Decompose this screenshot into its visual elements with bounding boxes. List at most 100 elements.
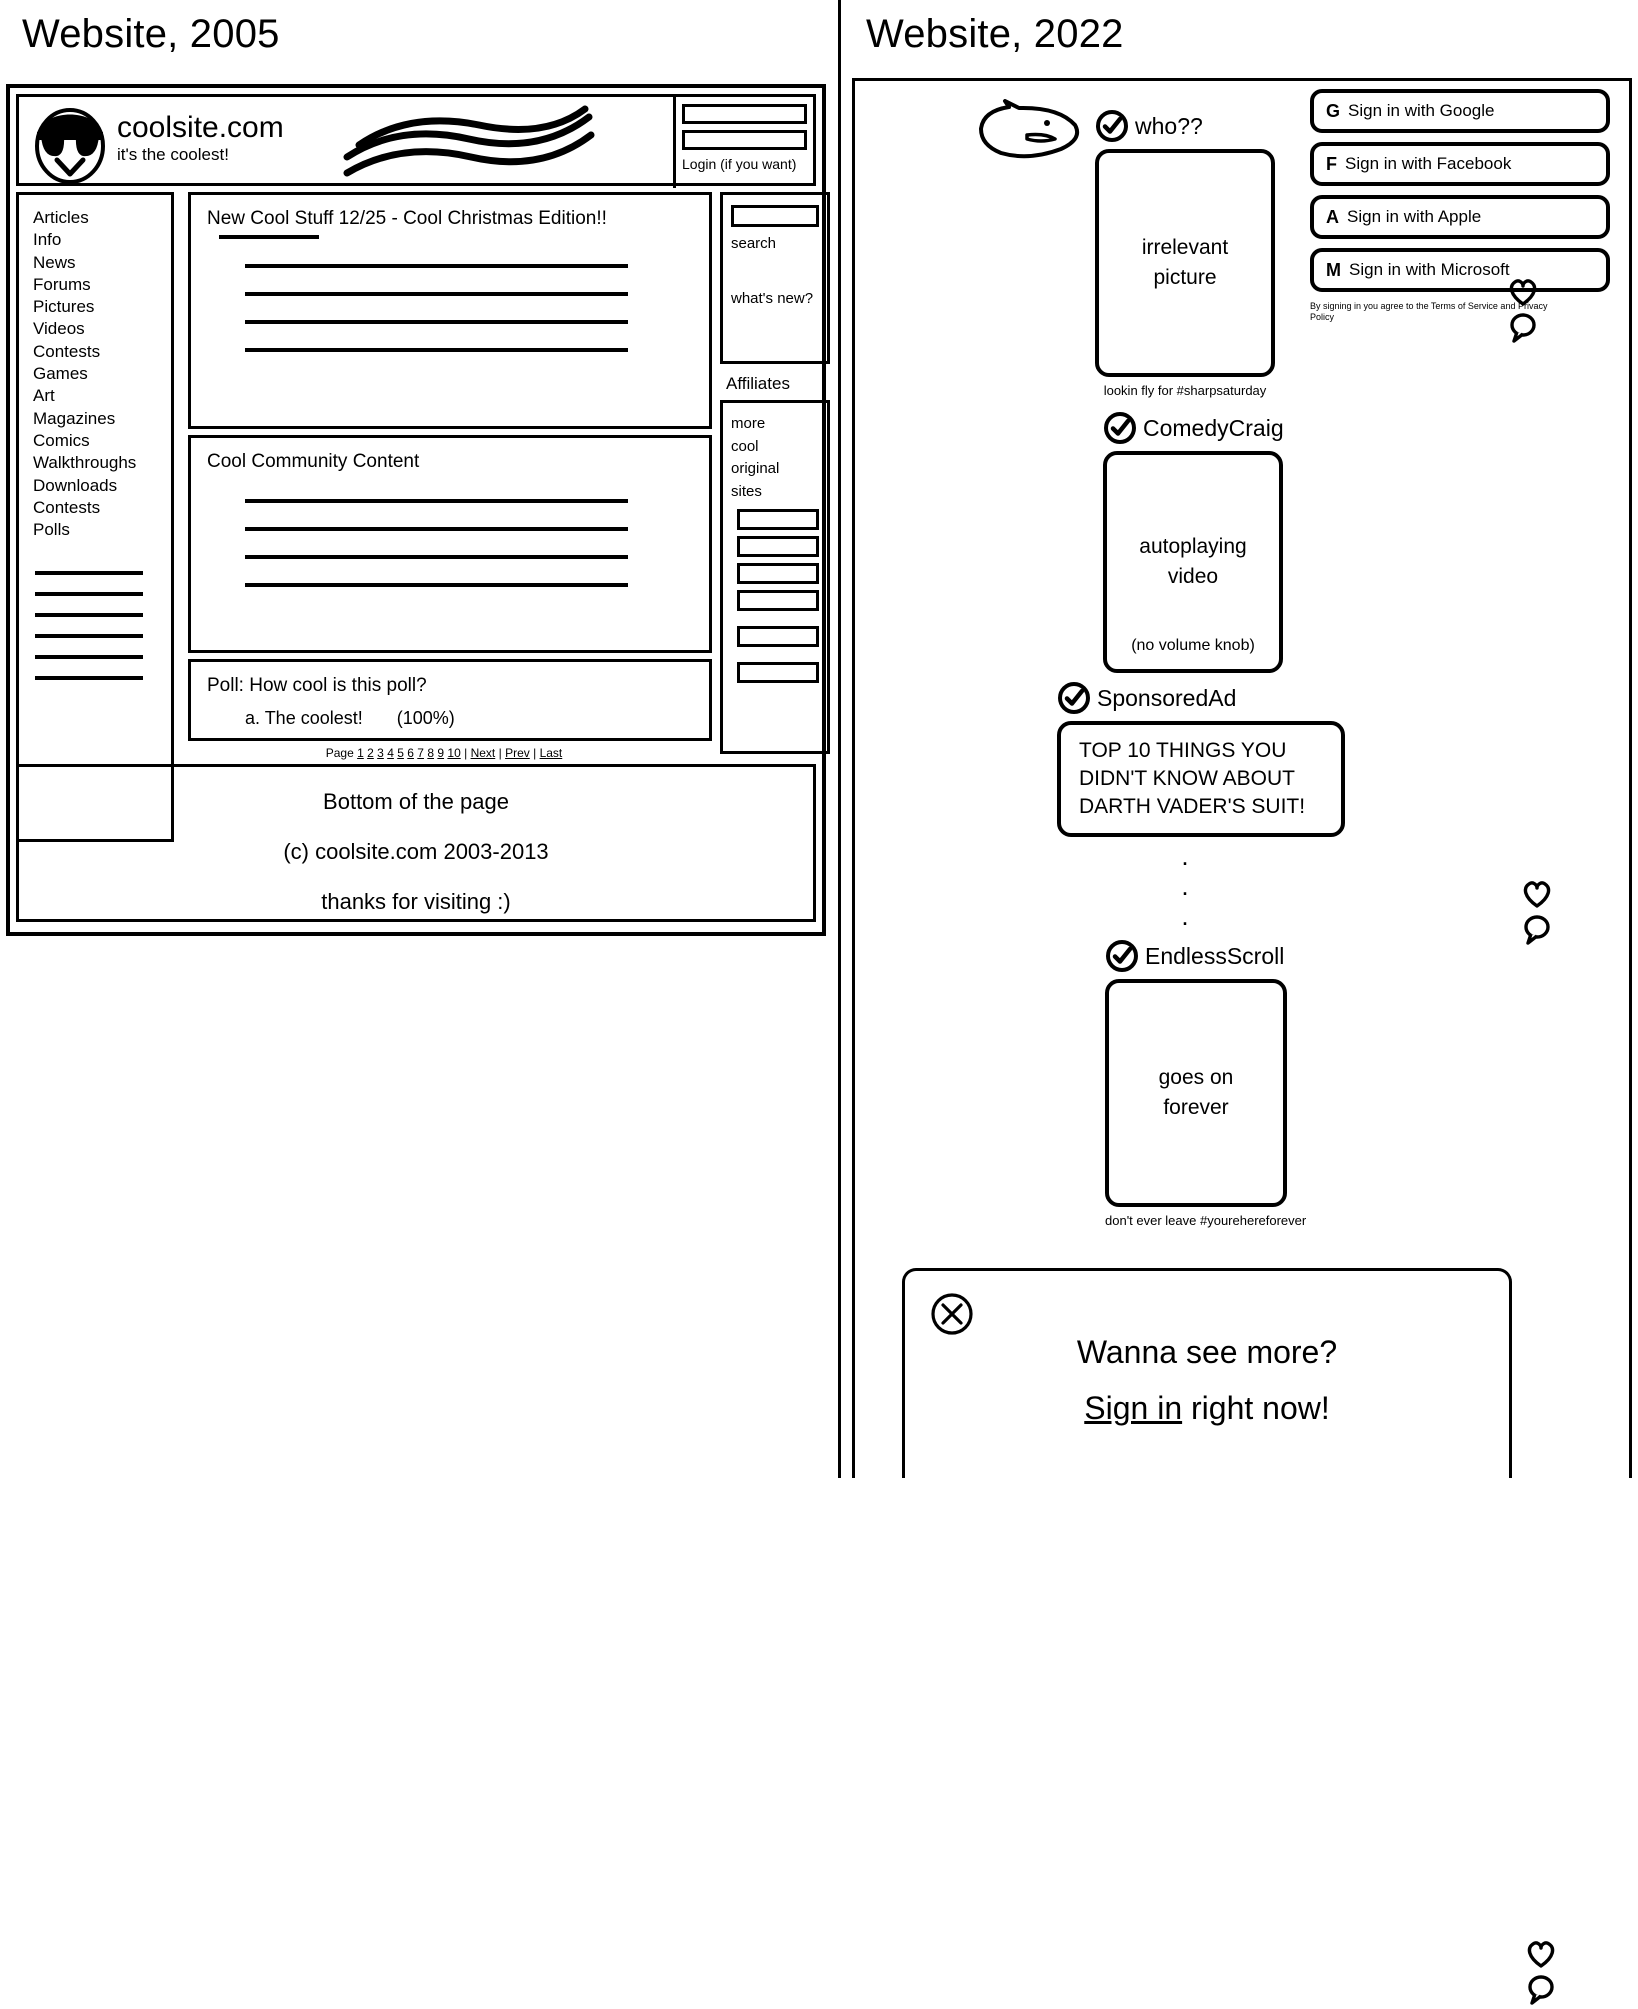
affiliate-banner[interactable] — [737, 662, 819, 683]
body-text-line — [245, 583, 628, 587]
sidebar-item-info[interactable]: Info — [33, 229, 171, 251]
post-header: EndlessScroll — [1105, 939, 1306, 973]
body-text-line — [245, 527, 628, 531]
page-title-2022: Website, 2022 — [866, 12, 1124, 56]
login-password-input[interactable] — [682, 130, 807, 150]
verified-check-icon — [1096, 110, 1128, 142]
page-link-5[interactable]: 5 — [397, 746, 404, 760]
microsoft-icon: M — [1326, 259, 1341, 280]
sidebar-item-contests-2[interactable]: Contests — [33, 497, 171, 519]
ellipsis-dot: . — [1181, 871, 1189, 901]
page-link-1[interactable]: 1 — [357, 746, 364, 760]
post-media-card[interactable]: irrelevant picture — [1095, 149, 1275, 377]
pagination-prefix: Page — [325, 746, 354, 760]
sidebar-placeholder-rule — [35, 592, 143, 597]
ad-headline-card[interactable]: TOP 10 THINGS YOU DIDN'T KNOW ABOUT DART… — [1057, 721, 1345, 837]
footer-line-1: Bottom of the page — [323, 789, 509, 814]
sidebar-item-pictures[interactable]: Pictures — [33, 296, 171, 318]
page-link-4[interactable]: 4 — [387, 746, 394, 760]
heading-underline — [219, 235, 319, 239]
sidebar-item-articles[interactable]: Articles — [33, 207, 171, 229]
login-label[interactable]: Login (if you want) — [682, 156, 807, 172]
page-link-3[interactable]: 3 — [377, 746, 384, 760]
signin-facebook-button[interactable]: F Sign in with Facebook — [1310, 142, 1610, 186]
feed-post-endlessscroll: EndlessScroll goes on forever don't ever… — [1105, 939, 1555, 2005]
affiliates-word: cool — [731, 437, 759, 455]
pagination-separator: | — [464, 746, 468, 760]
sidebar-item-polls[interactable]: Polls — [33, 519, 171, 541]
page-link-6[interactable]: 6 — [407, 746, 414, 760]
page-link-last[interactable]: Last — [540, 746, 563, 760]
affiliate-banner[interactable] — [737, 590, 819, 611]
signin-microsoft-label: Sign in with Microsoft — [1349, 260, 1510, 279]
community-content-box: Cool Community Content — [188, 435, 712, 653]
doodle-blob-icon — [979, 99, 1080, 159]
poll-question: Poll: How cool is this poll? — [207, 675, 427, 696]
affiliate-banner[interactable] — [737, 509, 819, 530]
post-username[interactable]: EndlessScroll — [1145, 943, 1284, 969]
page-link-10[interactable]: 10 — [447, 746, 460, 760]
affiliate-banner[interactable] — [737, 626, 819, 647]
sidebar-item-contests[interactable]: Contests — [33, 341, 171, 363]
site-footer: Bottom of the page (c) coolsite.com 2003… — [16, 764, 816, 922]
page-link-7[interactable]: 7 — [417, 746, 424, 760]
post-media-card[interactable]: goes on forever — [1105, 979, 1287, 1207]
modal-signin-link[interactable]: Sign in — [1084, 1390, 1182, 1426]
modal-cta-rest: right now! — [1182, 1390, 1330, 1426]
login-username-input[interactable] — [682, 104, 807, 124]
sidebar-item-comics[interactable]: Comics — [33, 430, 171, 452]
signin-modal: Wanna see more? Sign in right now! — [902, 1268, 1512, 1478]
sidebar-item-magazines[interactable]: Magazines — [33, 408, 171, 430]
speech-bubble-icon[interactable] — [1525, 1973, 1557, 2005]
pagination-separator: | — [533, 746, 537, 760]
post-username[interactable]: ComedyCraig — [1143, 415, 1284, 441]
sidebar-item-games[interactable]: Games — [33, 363, 171, 385]
apple-icon: A — [1326, 206, 1339, 227]
sidebar-nav: Articles Info News Forums Pictures Video… — [16, 192, 174, 842]
affiliate-banner[interactable] — [737, 536, 819, 557]
signin-apple-button[interactable]: A Sign in with Apple — [1310, 195, 1610, 239]
modal-headline: Wanna see more? — [1076, 1334, 1338, 1370]
affiliates-panel: more cool original sites — [720, 400, 830, 754]
post-username[interactable]: SponsoredAd — [1097, 685, 1236, 711]
login-panel: Login (if you want) — [673, 96, 813, 188]
page-link-2[interactable]: 2 — [367, 746, 374, 760]
post-media-line1: irrelevant — [1141, 236, 1229, 259]
page-link-9[interactable]: 9 — [437, 746, 444, 760]
page-link-prev[interactable]: Prev — [505, 746, 530, 760]
speech-bubble-icon[interactable] — [1521, 913, 1553, 945]
sidebar-item-art[interactable]: Art — [33, 385, 171, 407]
poll-option-percent: (100%) — [396, 708, 455, 728]
sidebar-item-walkthroughs[interactable]: Walkthroughs — [33, 452, 171, 474]
body-text-line — [245, 320, 628, 324]
signin-options: G Sign in with Google F Sign in with Fac… — [1310, 89, 1610, 323]
page-link-8[interactable]: 8 — [427, 746, 434, 760]
post-header: ComedyCraig — [1103, 411, 1284, 445]
poll-option-label: a. The coolest! — [245, 708, 363, 728]
whats-new-link[interactable]: what's new? — [731, 290, 819, 307]
post-caption: don't ever leave #yourehereforever — [1105, 1213, 1307, 1228]
verified-check-icon — [1058, 682, 1090, 714]
page-link-next[interactable]: Next — [471, 746, 496, 760]
poll-option[interactable]: a. The coolest! (100%) — [245, 708, 693, 729]
post-video-card[interactable]: autoplaying video (no volume knob) — [1103, 451, 1283, 673]
affiliate-banner[interactable] — [737, 563, 819, 584]
news-heading: New Cool Stuff 12/25 - Cool Christmas Ed… — [207, 208, 607, 229]
sidebar-item-downloads[interactable]: Downloads — [33, 475, 171, 497]
signin-google-button[interactable]: G Sign in with Google — [1310, 89, 1610, 133]
post-reactions — [1521, 879, 1555, 949]
heart-icon[interactable] — [1521, 879, 1553, 909]
site-header: coolsite.com it's the coolest! Login (if… — [16, 94, 816, 188]
signin-microsoft-button[interactable]: M Sign in with Microsoft — [1310, 248, 1610, 292]
post-username[interactable]: who?? — [1135, 113, 1203, 139]
sidebar-nav-list: Articles Info News Forums Pictures Video… — [33, 207, 171, 541]
sidebar-item-videos[interactable]: Videos — [33, 318, 171, 340]
heart-icon[interactable] — [1525, 1939, 1557, 1969]
sidebar-item-forums[interactable]: Forums — [33, 274, 171, 296]
post-video-line2: video — [1167, 565, 1219, 588]
facebook-icon: F — [1326, 153, 1337, 174]
search-input[interactable] — [731, 205, 819, 227]
feed-post-sponsored-ad: SponsoredAd TOP 10 THINGS YOU DIDN'T KNO… — [1057, 681, 1345, 837]
sidebar-item-news[interactable]: News — [33, 252, 171, 274]
affiliates-title: Affiliates — [726, 374, 790, 393]
